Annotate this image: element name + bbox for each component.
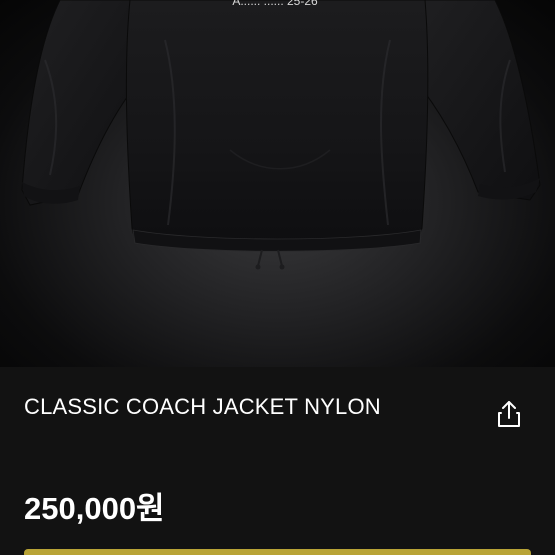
action-button-bar[interactable] xyxy=(24,549,531,555)
product-image[interactable]: A...... ...... 25-26 xyxy=(0,0,555,367)
product-info-panel: CLASSIC COACH JACKET NYLON 250,000원 xyxy=(0,367,555,555)
product-price: 250,000원 xyxy=(24,491,165,526)
product-title: CLASSIC COACH JACKET NYLON xyxy=(24,394,381,419)
jacket-print-text: A...... ...... 25-26 xyxy=(232,0,318,8)
share-icon xyxy=(498,401,520,427)
jacket-illustration: A...... ...... 25-26 xyxy=(21,0,541,270)
share-button[interactable] xyxy=(490,395,528,433)
